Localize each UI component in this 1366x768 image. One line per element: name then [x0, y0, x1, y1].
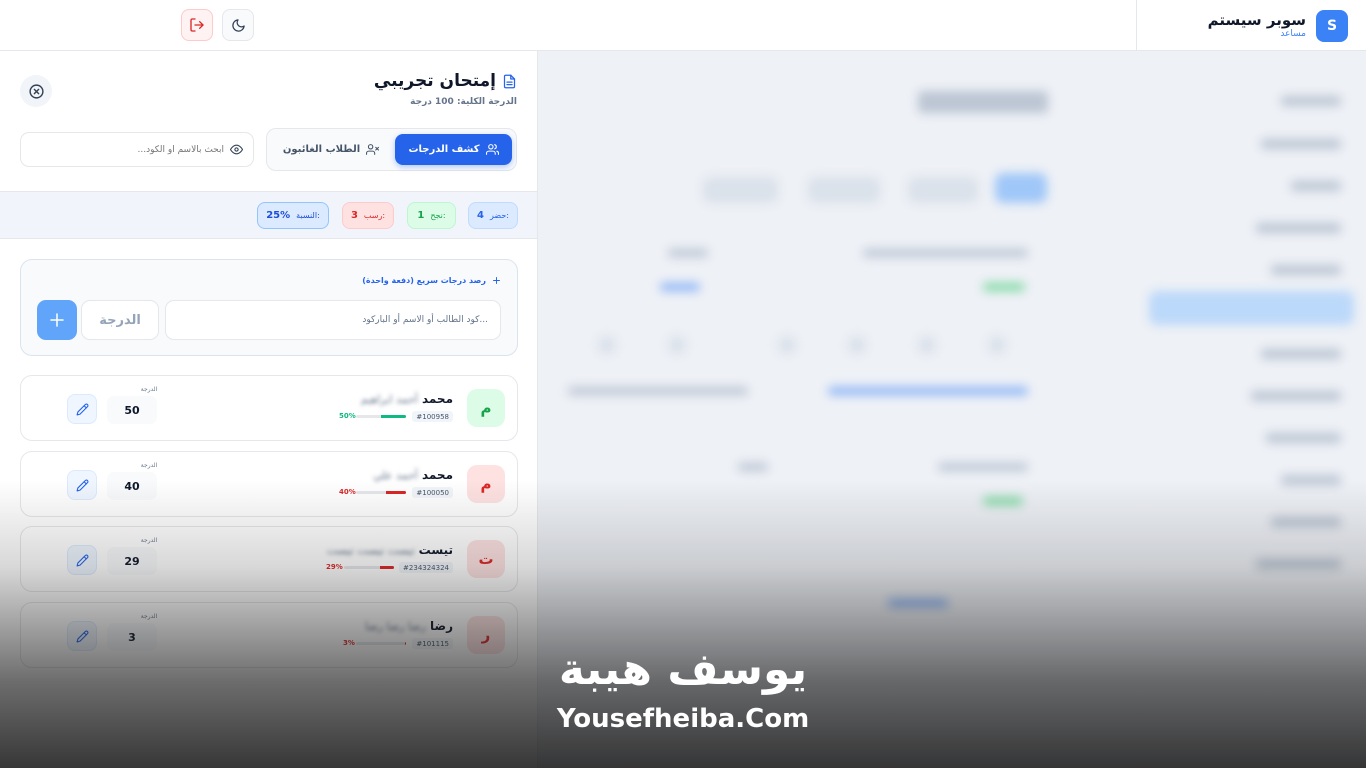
- eye-icon: [230, 144, 243, 155]
- document-icon: [503, 74, 516, 88]
- users-icon: [485, 144, 499, 155]
- student-name: محمد أحمد ابراهيم: [361, 392, 453, 406]
- student-rest-name: رضا رضا رضا: [364, 619, 426, 633]
- student-first-name: محمد: [421, 392, 453, 406]
- tab-absent-students[interactable]: الطلاب الغائبون: [271, 134, 391, 165]
- pencil-icon: [76, 479, 88, 491]
- stat-present: 4 حضر:: [468, 202, 518, 229]
- tab-grades-label: كشف الدرجات: [408, 144, 480, 155]
- student-progress-bar: [356, 642, 406, 645]
- student-avatar: ت: [467, 540, 505, 578]
- theme-toggle-button[interactable]: [222, 9, 254, 41]
- edit-grade-button[interactable]: [67, 394, 97, 424]
- add-grade-button[interactable]: [37, 300, 77, 340]
- student-name: رضا رضا رضا رضا: [365, 619, 453, 633]
- student-row[interactable]: م محمد أحمد ابراهيم #100958 50% الدرجة 50: [20, 375, 518, 441]
- stat-present-value: 4: [477, 210, 484, 221]
- exam-total-grade: الدرجة الكلية: 100 درجة: [410, 97, 517, 107]
- stat-ratio-value: 25%: [266, 210, 291, 221]
- student-progress-bar: [344, 566, 394, 569]
- exam-title: إمتحان تجريبي: [373, 71, 496, 91]
- brand-title: سوبر سيستم: [1207, 11, 1306, 29]
- student-row[interactable]: م محمد أحمد علي #100050 40% الدرجة 40: [20, 451, 518, 517]
- logout-icon: [190, 18, 204, 32]
- student-rest-name: أحمد علي: [373, 468, 418, 482]
- plus-icon: [50, 313, 64, 327]
- watermark-arabic: يوسف هيبة: [558, 644, 808, 695]
- logout-button[interactable]: [181, 9, 213, 41]
- user-x-icon: [366, 144, 380, 155]
- student-percent: 50%: [339, 412, 356, 420]
- student-percent: 40%: [339, 488, 356, 496]
- brand-logo: S: [1316, 9, 1348, 42]
- pencil-icon: [76, 403, 88, 415]
- close-circle-icon: [28, 83, 44, 99]
- pencil-icon: [76, 554, 88, 566]
- student-avatar: ر: [467, 616, 505, 654]
- stat-pass-value: 1: [417, 210, 425, 221]
- student-percent: 29%: [326, 563, 343, 571]
- student-row[interactable]: ر رضا رضا رضا رضا #101115 3% الدرجة 3: [20, 602, 518, 668]
- top-bar: سوبر سيستم مساعد S: [0, 0, 1366, 51]
- student-code: #100958: [412, 411, 453, 422]
- brand-subtitle: مساعد: [1280, 29, 1306, 39]
- moon-icon: [231, 18, 245, 32]
- stat-ratio-label: النسبة:: [296, 211, 320, 220]
- student-name: محمد أحمد علي: [373, 468, 453, 482]
- pencil-icon: [76, 630, 88, 642]
- student-avatar: م: [467, 465, 505, 503]
- student-code: #101115: [412, 638, 453, 649]
- plus-icon: [493, 277, 500, 284]
- stat-pass-label: نجح:: [430, 211, 446, 220]
- student-progress-fill: [381, 415, 406, 418]
- student-percent: 3%: [343, 639, 355, 647]
- tab-grades-sheet[interactable]: كشف الدرجات: [395, 134, 512, 165]
- grade-input[interactable]: الدرجة: [81, 300, 159, 340]
- search-input[interactable]: [54, 144, 224, 155]
- student-progress-fill: [379, 566, 394, 569]
- grade-value: 3: [107, 623, 157, 651]
- student-row[interactable]: ت تيست تيست تيست تيست #234324324 29% الدرجة 29: [20, 526, 518, 592]
- stat-fail: 3 رسب:: [342, 202, 394, 229]
- student-first-name: تيست: [418, 543, 453, 557]
- grade-label: الدرجة: [140, 386, 158, 393]
- grade-value: 29: [107, 547, 157, 575]
- student-code-input[interactable]: كود الطالب أو الاسم أو الباركود...: [165, 300, 501, 340]
- quick-entry-title: رصد درجات سريع (دفعة واحدة): [362, 276, 486, 285]
- student-rest-name: أحمد ابراهيم: [360, 392, 418, 406]
- grade-label: الدرجة: [140, 537, 158, 544]
- tab-bar: كشف الدرجات الطلاب الغائبون: [266, 128, 517, 171]
- student-progress-bar: [356, 415, 406, 418]
- grade-value: 40: [107, 472, 157, 500]
- quick-entry-card: رصد درجات سريع (دفعة واحدة) كود الطالب أ…: [20, 259, 518, 356]
- grade-label: الدرجة: [140, 613, 158, 620]
- edit-grade-button[interactable]: [67, 621, 97, 651]
- stat-fail-label: رسب:: [363, 211, 386, 220]
- grade-label: الدرجة: [140, 462, 158, 469]
- exam-drawer: إمتحان تجريبي الدرجة الكلية: 100 درجة كش…: [0, 51, 538, 768]
- stat-ratio: 25% النسبة:: [257, 202, 329, 229]
- tab-absent-label: الطلاب الغائبون: [282, 144, 361, 155]
- student-progress-bar: [356, 491, 406, 494]
- student-code: #234324324: [399, 562, 453, 573]
- stat-present-label: حضر:: [489, 211, 509, 220]
- stat-pass: 1 نجح:: [407, 202, 456, 229]
- watermark-english: Yousefheiba.Com: [556, 704, 810, 734]
- brand[interactable]: سوبر سيستم مساعد S: [1136, 0, 1366, 51]
- stat-fail-value: 3: [350, 210, 358, 221]
- search-field[interactable]: [20, 132, 254, 167]
- student-first-name: محمد: [421, 468, 453, 482]
- stats-bar: 4 حضر: 1 نجح: 3 رسب: 25% النسبة:: [0, 191, 537, 239]
- student-progress-fill: [404, 642, 406, 645]
- student-rest-name: تيست تيست تيست: [326, 543, 415, 557]
- student-code: #100050: [412, 487, 453, 498]
- student-progress-fill: [386, 491, 406, 494]
- student-first-name: رضا: [429, 619, 453, 633]
- student-name: تيست تيست تيست تيست: [327, 543, 453, 557]
- edit-grade-button[interactable]: [67, 545, 97, 575]
- grade-value: 50: [107, 396, 157, 424]
- close-button[interactable]: [20, 75, 52, 107]
- edit-grade-button[interactable]: [67, 470, 97, 500]
- student-avatar: م: [467, 389, 505, 427]
